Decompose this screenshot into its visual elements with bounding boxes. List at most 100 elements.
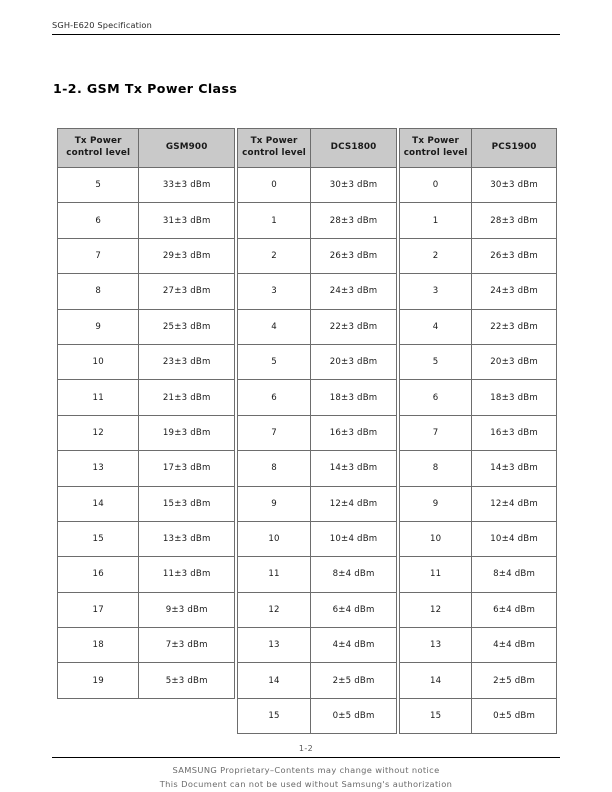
cell-power-value: 25±3 dBm — [138, 308, 235, 345]
table-row: 0 30±3 dBm — [398, 166, 557, 204]
table-row: 6 18±3 dBm — [398, 379, 557, 416]
column-header-band: DCS1800 — [310, 128, 397, 168]
column-header-line2: control level — [403, 148, 468, 158]
cell-control-level: 14 — [398, 662, 473, 699]
power-table-dcs1800: Tx Power control level DCS1800 0 30±3 dBm… — [236, 128, 397, 735]
cell-control-level: 5 — [236, 343, 312, 381]
column-header-line2: control level — [242, 148, 306, 158]
cell-power-value: 24±3 dBm — [471, 273, 557, 310]
table-row: 11 21±3 dBm — [56, 379, 235, 416]
cell-control-level: 11 — [398, 556, 473, 593]
cell-control-level: 9 — [236, 485, 312, 522]
table-row: 14 15±3 dBm — [56, 485, 235, 522]
column-header-line1: Tx Power — [74, 136, 122, 147]
table-row: 8 14±3 dBm — [236, 450, 397, 487]
cell-control-level: 5 — [56, 166, 140, 204]
table-row: 14 2±5 dBm — [398, 662, 557, 699]
cell-control-level: 15 — [236, 697, 312, 735]
cell-power-value: 30±3 dBm — [471, 166, 557, 204]
table-row: 11 8±4 dBm — [398, 556, 557, 593]
cell-power-value: 26±3 dBm — [310, 237, 397, 275]
cell-control-level: 4 — [398, 308, 473, 345]
column-header-control-level: Tx Power control level — [236, 128, 312, 168]
cell-power-value: 4±4 dBm — [310, 627, 397, 664]
power-table-gsm900: Tx Power control level GSM900 5 33±3 dBm 6… — [56, 128, 235, 699]
cell-control-level: 19 — [56, 662, 140, 699]
cell-power-value: 16±3 dBm — [310, 414, 397, 452]
cell-power-value: 5±3 dBm — [138, 662, 235, 699]
table-row: 12 6±4 dBm — [236, 591, 397, 629]
column-header-line1: Tx Power — [412, 136, 460, 147]
table-row: 13 17±3 dBm — [56, 450, 235, 487]
cell-control-level: 6 — [236, 379, 312, 416]
cell-control-level: 2 — [236, 237, 312, 275]
footer-line-1: SAMSUNG Proprietary–Contents may change … — [172, 765, 440, 775]
cell-power-value: 0±5 dBm — [310, 697, 397, 735]
table-row: 15 0±5 dBm — [236, 697, 397, 735]
table-row: 13 4±4 dBm — [236, 627, 397, 664]
cell-control-level: 9 — [56, 308, 140, 345]
cell-control-level: 3 — [236, 273, 312, 310]
cell-control-level: 13 — [398, 627, 473, 664]
cell-power-value: 24±3 dBm — [310, 273, 397, 310]
cell-power-value: 6±4 dBm — [471, 591, 557, 629]
cell-power-value: 18±3 dBm — [310, 379, 397, 416]
table-row: 9 12±4 dBm — [236, 485, 397, 522]
table-row: 12 6±4 dBm — [398, 591, 557, 629]
cell-control-level: 6 — [398, 379, 473, 416]
table-body: 0 30±3 dBm 1 28±3 dBm 2 26±3 dBm 3 24±3 dBm 4 22±… — [398, 166, 557, 735]
document-title: SGH-E620 Specification — [52, 20, 152, 30]
cell-control-level: 10 — [56, 343, 140, 381]
column-header-band: PCS1900 — [471, 128, 557, 168]
table-row: 9 25±3 dBm — [56, 308, 235, 345]
page-number: 1-2 — [298, 744, 314, 753]
cell-control-level: 9 — [398, 485, 473, 522]
cell-power-value: 20±3 dBm — [310, 343, 397, 381]
cell-control-level: 3 — [398, 273, 473, 310]
cell-power-value: 2±5 dBm — [310, 662, 397, 699]
cell-control-level: 12 — [236, 591, 312, 629]
cell-power-value: 12±4 dBm — [471, 485, 557, 522]
cell-power-value: 10±4 dBm — [310, 520, 397, 558]
cell-power-value: 26±3 dBm — [471, 237, 557, 275]
cell-power-value: 13±3 dBm — [138, 520, 235, 558]
cell-control-level: 0 — [236, 166, 312, 204]
cell-power-value: 20±3 dBm — [471, 343, 557, 381]
cell-control-level: 15 — [56, 520, 140, 558]
cell-control-level: 11 — [56, 379, 140, 416]
cell-control-level: 12 — [398, 591, 473, 629]
table-row: 7 29±3 dBm — [56, 237, 235, 275]
power-table-pcs1900: Tx Power control level PCS1900 0 30±3 dBm… — [398, 128, 557, 735]
cell-power-value: 8±4 dBm — [310, 556, 397, 593]
page-title: 1-2. GSM Tx Power Class — [53, 81, 238, 96]
table-row: 8 14±3 dBm — [398, 450, 557, 487]
table-row: 11 8±4 dBm — [236, 556, 397, 593]
cell-power-value: 2±5 dBm — [471, 662, 557, 699]
cell-power-value: 14±3 dBm — [310, 450, 397, 487]
table-body: 0 30±3 dBm 1 28±3 dBm 2 26±3 dBm 3 24±3 dBm 4 22±… — [236, 166, 397, 735]
cell-power-value: 21±3 dBm — [138, 379, 235, 416]
cell-power-value: 30±3 dBm — [310, 166, 397, 204]
cell-control-level: 16 — [56, 556, 140, 593]
table-row: 3 24±3 dBm — [398, 273, 557, 310]
cell-control-level: 14 — [236, 662, 312, 699]
table-row: 10 10±4 dBm — [236, 520, 397, 558]
cell-control-level: 17 — [56, 591, 140, 629]
table-row: 9 12±4 dBm — [398, 485, 557, 522]
cell-power-value: 33±3 dBm — [138, 166, 235, 204]
cell-power-value: 27±3 dBm — [138, 273, 235, 310]
table-row: 15 13±3 dBm — [56, 520, 235, 558]
cell-power-value: 17±3 dBm — [138, 450, 235, 487]
cell-control-level: 0 — [398, 166, 473, 204]
cell-power-value: 11±3 dBm — [138, 556, 235, 593]
footer-line-2: This Document can not be used without Sa… — [159, 778, 453, 789]
table-row: 1 28±3 dBm — [398, 202, 557, 239]
cell-control-level: 11 — [236, 556, 312, 593]
cell-control-level: 7 — [56, 237, 140, 275]
cell-control-level: 6 — [56, 202, 140, 239]
table-row: 6 18±3 dBm — [236, 379, 397, 416]
cell-power-value: 6±4 dBm — [310, 591, 397, 629]
header-rule — [52, 34, 560, 35]
table-row: 15 0±5 dBm — [398, 697, 557, 735]
table-row: 10 10±4 dBm — [398, 520, 557, 558]
